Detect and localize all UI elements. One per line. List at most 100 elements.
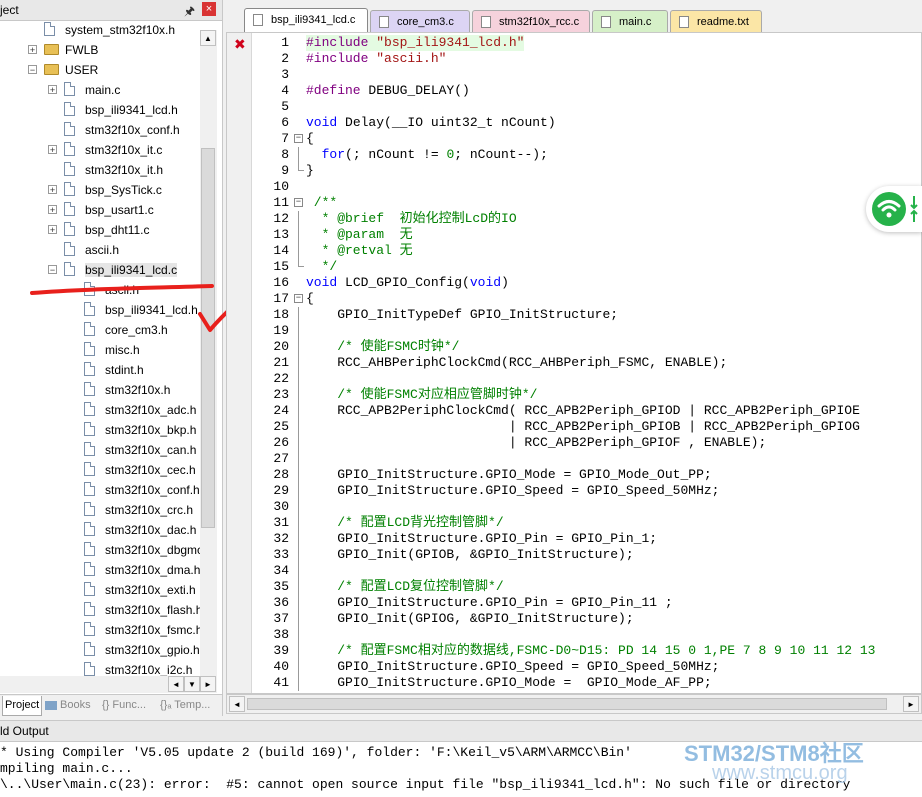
- tree-file[interactable]: stm32f10x_exti.h: [0, 580, 200, 600]
- tree-file[interactable]: core_cm3.h: [0, 320, 200, 340]
- editor-horizontal-scrollbar[interactable]: ◄ ►: [226, 694, 922, 714]
- tree-file[interactable]: stm32f10x_gpio.h: [0, 640, 200, 660]
- expand-icon[interactable]: +: [48, 225, 57, 235]
- tree-file[interactable]: stm32f10x_conf.h: [0, 120, 200, 140]
- code-line[interactable]: 38: [251, 627, 921, 643]
- code-line[interactable]: 13 * @param 无: [251, 227, 921, 243]
- editor-tab[interactable]: core_cm3.c: [370, 10, 470, 32]
- code-line[interactable]: 12 * @brief 初始化控制LcD的IO: [251, 211, 921, 227]
- expand-icon[interactable]: +: [48, 85, 57, 95]
- code-line[interactable]: 24 RCC_APB2PeriphClockCmd( RCC_APB2Perip…: [251, 403, 921, 419]
- tree-file[interactable]: ascii.h: [0, 240, 200, 260]
- code-line[interactable]: 21 RCC_AHBPeriphClockCmd(RCC_AHBPeriph_F…: [251, 355, 921, 371]
- code-line[interactable]: 32 GPIO_InitStructure.GPIO_Pin = GPIO_Pi…: [251, 531, 921, 547]
- tree-file[interactable]: stm32f10x_it.h: [0, 160, 200, 180]
- scroll-thumb[interactable]: [201, 148, 215, 528]
- tree-file[interactable]: bsp_ili9341_lcd.h: [0, 100, 200, 120]
- code-line[interactable]: 36 GPIO_InitStructure.GPIO_Pin = GPIO_Pi…: [251, 595, 921, 611]
- fold-toggle-icon[interactable]: −: [294, 294, 303, 303]
- code-line[interactable]: 30: [251, 499, 921, 515]
- scroll-up-arrow-icon[interactable]: ▲: [200, 30, 216, 46]
- code-line[interactable]: 17−{: [251, 291, 921, 307]
- collapse-icon[interactable]: −: [48, 265, 57, 275]
- tree-file[interactable]: − bsp_ili9341_lcd.c: [0, 260, 200, 280]
- tree-file[interactable]: stdint.h: [0, 360, 200, 380]
- code-line[interactable]: 31 /* 配置LCD背光控制管脚*/: [251, 515, 921, 531]
- tab-templates[interactable]: {}ₐ Temp...: [158, 696, 218, 715]
- tree-file[interactable]: + main.c: [0, 80, 200, 100]
- code-line[interactable]: 20 /* 使能FSMC时钟*/: [251, 339, 921, 355]
- tree-file[interactable]: stm32f10x_can.h: [0, 440, 200, 460]
- code-line[interactable]: 18 GPIO_InitTypeDef GPIO_InitStructure;: [251, 307, 921, 323]
- code-line[interactable]: 3: [251, 67, 921, 83]
- code-line[interactable]: 35 /* 配置LCD复位控制管脚*/: [251, 579, 921, 595]
- code-line[interactable]: 29 GPIO_InitStructure.GPIO_Speed = GPIO_…: [251, 483, 921, 499]
- code-line[interactable]: 40 GPIO_InitStructure.GPIO_Speed = GPIO_…: [251, 659, 921, 675]
- tree-file[interactable]: stm32f10x.h: [0, 380, 200, 400]
- collapse-icon[interactable]: −: [28, 65, 37, 75]
- tree-file[interactable]: stm32f10x_crc.h: [0, 500, 200, 520]
- editor-scroll-thumb[interactable]: [247, 698, 887, 710]
- code-line[interactable]: 10: [251, 179, 921, 195]
- tab-books[interactable]: Books: [44, 696, 96, 715]
- code-line[interactable]: 4 #define DEBUG_DELAY(): [251, 83, 921, 99]
- expand-icon[interactable]: +: [48, 145, 57, 155]
- tree-folder[interactable]: − USER: [0, 60, 200, 80]
- editor-tab[interactable]: main.c: [592, 10, 668, 32]
- code-line[interactable]: 25 | RCC_APB2Periph_GPIOB | RCC_APB2Peri…: [251, 419, 921, 435]
- tree-file[interactable]: stm32f10x_dbgmc: [0, 540, 200, 560]
- code-line[interactable]: 9}: [251, 163, 921, 179]
- tree-file[interactable]: misc.h: [0, 340, 200, 360]
- code-line[interactable]: 7−{: [251, 131, 921, 147]
- code-line[interactable]: 1 #include "bsp_ili9341_lcd.h": [251, 35, 921, 51]
- code-line[interactable]: 28 GPIO_InitStructure.GPIO_Mode = GPIO_M…: [251, 467, 921, 483]
- editor-tab[interactable]: bsp_ili9341_lcd.c: [244, 8, 368, 32]
- tab-functions[interactable]: {} Func...: [100, 696, 154, 715]
- fold-toggle-icon[interactable]: −: [294, 198, 303, 207]
- scroll-down-arrow-icon[interactable]: ▼: [184, 676, 200, 692]
- code-line[interactable]: 39 /* 配置FSMC相对应的数据线,FSMC-D0~D15: PD 14 1…: [251, 643, 921, 659]
- code-line[interactable]: 6 void Delay(__IO uint32_t nCount): [251, 115, 921, 131]
- code-line[interactable]: 8 for(; nCount != 0; nCount--);: [251, 147, 921, 163]
- tab-project[interactable]: Project: [2, 696, 42, 716]
- scroll-left-arrow-icon[interactable]: ◄: [168, 676, 184, 692]
- code-line[interactable]: 27: [251, 451, 921, 467]
- wifi-widget[interactable]: [866, 186, 922, 232]
- code-line[interactable]: 15 */: [251, 259, 921, 275]
- close-icon[interactable]: ×: [202, 2, 216, 16]
- code-line[interactable]: 34: [251, 563, 921, 579]
- expand-icon[interactable]: +: [48, 185, 57, 195]
- tree-file[interactable]: bsp_ili9341_lcd.h: [0, 300, 200, 320]
- code-line[interactable]: 14 * @retval 无: [251, 243, 921, 259]
- tree-folder[interactable]: + FWLB: [0, 40, 200, 60]
- expand-icon[interactable]: +: [48, 205, 57, 215]
- scroll-right-arrow-icon[interactable]: ►: [903, 696, 919, 712]
- code-line[interactable]: 11− /**: [251, 195, 921, 211]
- tree-file[interactable]: stm32f10x_adc.h: [0, 400, 200, 420]
- editor-tab[interactable]: stm32f10x_rcc.c: [472, 10, 590, 32]
- code-line[interactable]: 22: [251, 371, 921, 387]
- tree-file[interactable]: stm32f10x_conf.h: [0, 480, 200, 500]
- tree-file[interactable]: + bsp_SysTick.c: [0, 180, 200, 200]
- tree-file[interactable]: stm32f10x_dac.h: [0, 520, 200, 540]
- fold-toggle-icon[interactable]: −: [294, 134, 303, 143]
- code-line[interactable]: 26 | RCC_APB2Periph_GPIOF , ENABLE);: [251, 435, 921, 451]
- tree-file[interactable]: + bsp_dht11.c: [0, 220, 200, 240]
- editor-tab[interactable]: readme.txt: [670, 10, 762, 32]
- tree-file[interactable]: stm32f10x_flash.h: [0, 600, 200, 620]
- tree-horizontal-scrollbar[interactable]: ◄ ▼ ►: [0, 676, 217, 693]
- code-line[interactable]: 2 #include "ascii.h": [251, 51, 921, 67]
- code-line[interactable]: 19: [251, 323, 921, 339]
- tree-file[interactable]: + bsp_usart1.c: [0, 200, 200, 220]
- tree-file[interactable]: stm32f10x_bkp.h: [0, 420, 200, 440]
- code-line[interactable]: 41 GPIO_InitStructure.GPIO_Mode = GPIO_M…: [251, 675, 921, 691]
- code-line[interactable]: 23 /* 使能FSMC对应相应管脚时钟*/: [251, 387, 921, 403]
- tree-vertical-scrollbar[interactable]: ▲: [200, 30, 217, 692]
- tree-file[interactable]: stm32f10x_fsmc.h: [0, 620, 200, 640]
- expand-icon[interactable]: +: [28, 45, 37, 55]
- tree-file[interactable]: stm32f10x_cec.h: [0, 460, 200, 480]
- code-editor[interactable]: ✖ 1 #include "bsp_ili9341_lcd.h" 2 #include…: [226, 32, 922, 694]
- code-line[interactable]: 37 GPIO_Init(GPIOG, &GPIO_InitStructure)…: [251, 611, 921, 627]
- tree-file[interactable]: + stm32f10x_it.c: [0, 140, 200, 160]
- scroll-left-arrow-icon[interactable]: ◄: [229, 696, 245, 712]
